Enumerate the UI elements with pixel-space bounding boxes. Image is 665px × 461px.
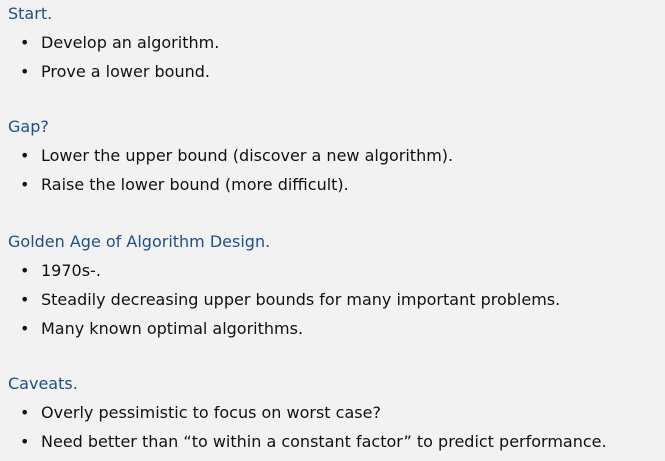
section-golden-age: Golden Age of Algorithm Design. • 1970s-.… (8, 232, 560, 339)
bullet-icon: • (20, 403, 30, 422)
bullet-icon: • (20, 175, 30, 194)
list-item-text: Need better than “to within a constant f… (41, 432, 607, 451)
list-item: • 1970s-. (8, 261, 560, 281)
bullet-icon: • (20, 290, 30, 309)
section-caveats: Caveats. • Overly pessimistic to focus on… (8, 374, 607, 452)
list-item: • Develop an algorithm. (8, 33, 219, 53)
bullet-icon: • (20, 261, 30, 280)
section-heading: Gap? (8, 117, 49, 136)
section-start: Start. • Develop an algorithm. • Prove a l… (8, 4, 219, 82)
list-item-text: Steadily decreasing upper bounds for man… (41, 290, 561, 309)
bullet-list: • 1970s-. • Steadily decreasing upper boun… (8, 261, 560, 339)
section-heading: Caveats. (8, 374, 78, 393)
list-item-text: Prove a lower bound. (41, 62, 210, 81)
slide: Start. • Develop an algorithm. • Prove a l… (0, 0, 665, 461)
list-item: • Lower the upper bound (discover a new a… (8, 146, 453, 166)
bullet-icon: • (20, 33, 30, 52)
list-item: • Many known optimal algorithms. (8, 319, 560, 339)
list-item-text: Lower the upper bound (discover a new al… (41, 146, 454, 165)
bullet-icon: • (20, 62, 30, 81)
list-item-text: Raise the lower bound (more difficult). (41, 175, 349, 194)
list-item-text: Develop an algorithm. (41, 33, 220, 52)
list-item: • Need better than “to within a constant … (8, 432, 607, 452)
list-item-text: Overly pessimistic to focus on worst cas… (41, 403, 381, 422)
section-heading: Golden Age of Algorithm Design. (8, 232, 271, 251)
bullet-list: • Lower the upper bound (discover a new a… (8, 146, 453, 195)
bullet-icon: • (20, 432, 30, 451)
list-item: • Steadily decreasing upper bounds for ma… (8, 290, 560, 310)
bullet-list: • Overly pessimistic to focus on worst ca… (8, 403, 607, 452)
list-item: • Overly pessimistic to focus on worst ca… (8, 403, 607, 423)
list-item: • Raise the lower bound (more difficult). (8, 175, 453, 195)
list-item-text: 1970s-. (41, 261, 101, 280)
bullet-icon: • (20, 319, 30, 338)
bullet-list: • Develop an algorithm. • Prove a lower bo… (8, 33, 219, 82)
list-item: • Prove a lower bound. (8, 62, 219, 82)
section-gap: Gap? • Lower the upper bound (discover a … (8, 117, 453, 195)
section-heading: Start. (8, 4, 53, 23)
bullet-icon: • (20, 146, 30, 165)
list-item-text: Many known optimal algorithms. (41, 319, 304, 338)
